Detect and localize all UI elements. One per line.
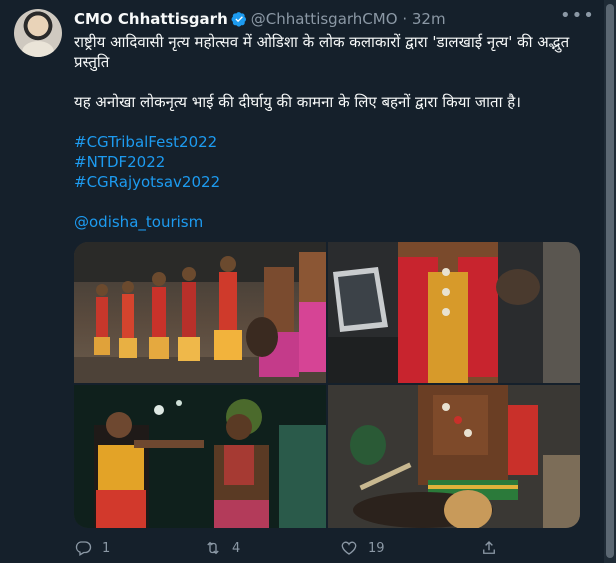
more-icon[interactable]: ••• bbox=[560, 6, 594, 30]
tweet-header: CMO Chhattisgarh @ChhattisgarhCMO · 32m bbox=[74, 10, 446, 28]
like-icon bbox=[341, 541, 357, 555]
retweet-button[interactable]: 4 bbox=[204, 536, 240, 560]
hashtag-link[interactable]: #CGTribalFest2022 bbox=[74, 132, 584, 152]
share-icon bbox=[483, 541, 495, 554]
photo-drummer-closeup[interactable] bbox=[328, 242, 580, 383]
author-name[interactable]: CMO Chhattisgarh bbox=[74, 10, 228, 28]
photo-dancers-stage[interactable] bbox=[74, 242, 326, 383]
photo-grid bbox=[74, 242, 580, 528]
like-button[interactable]: 19 bbox=[340, 536, 385, 560]
retweet-icon bbox=[207, 541, 219, 555]
share-button[interactable] bbox=[480, 536, 508, 560]
avatar[interactable] bbox=[14, 9, 62, 57]
retweet-count: 4 bbox=[232, 540, 241, 556]
tweet[interactable]: CMO Chhattisgarh @ChhattisgarhCMO · 32m •… bbox=[0, 0, 604, 563]
tweet-actions: 1 4 19 bbox=[74, 536, 495, 560]
scrollbar-thumb[interactable] bbox=[606, 4, 614, 558]
mention-link[interactable]: @odisha_tourism bbox=[74, 212, 584, 232]
photo-dancing-couple[interactable] bbox=[74, 385, 326, 528]
reply-count: 1 bbox=[102, 540, 111, 556]
reply-icon bbox=[75, 541, 92, 556]
author-handle[interactable]: @ChhattisgarhCMO bbox=[251, 10, 398, 28]
verified-badge-icon bbox=[231, 12, 246, 27]
reply-button[interactable]: 1 bbox=[74, 536, 110, 560]
separator-dot: · bbox=[402, 10, 408, 28]
hashtag-link[interactable]: #CGRajyotsav2022 bbox=[74, 172, 584, 192]
photo-drums-performance[interactable] bbox=[328, 385, 580, 528]
tweet-text-line1: राष्ट्रीय आदिवासी नृत्य महोत्सव में ओडिश… bbox=[74, 33, 570, 71]
scrollbar[interactable] bbox=[604, 0, 616, 563]
tweet-text-line2: यह अनोखा लोकनृत्य भाई की दीर्घायु की काम… bbox=[74, 93, 521, 111]
hashtag-link[interactable]: #NTDF2022 bbox=[74, 152, 584, 172]
tweet-time[interactable]: 32m bbox=[412, 10, 446, 28]
like-count: 19 bbox=[368, 540, 385, 556]
